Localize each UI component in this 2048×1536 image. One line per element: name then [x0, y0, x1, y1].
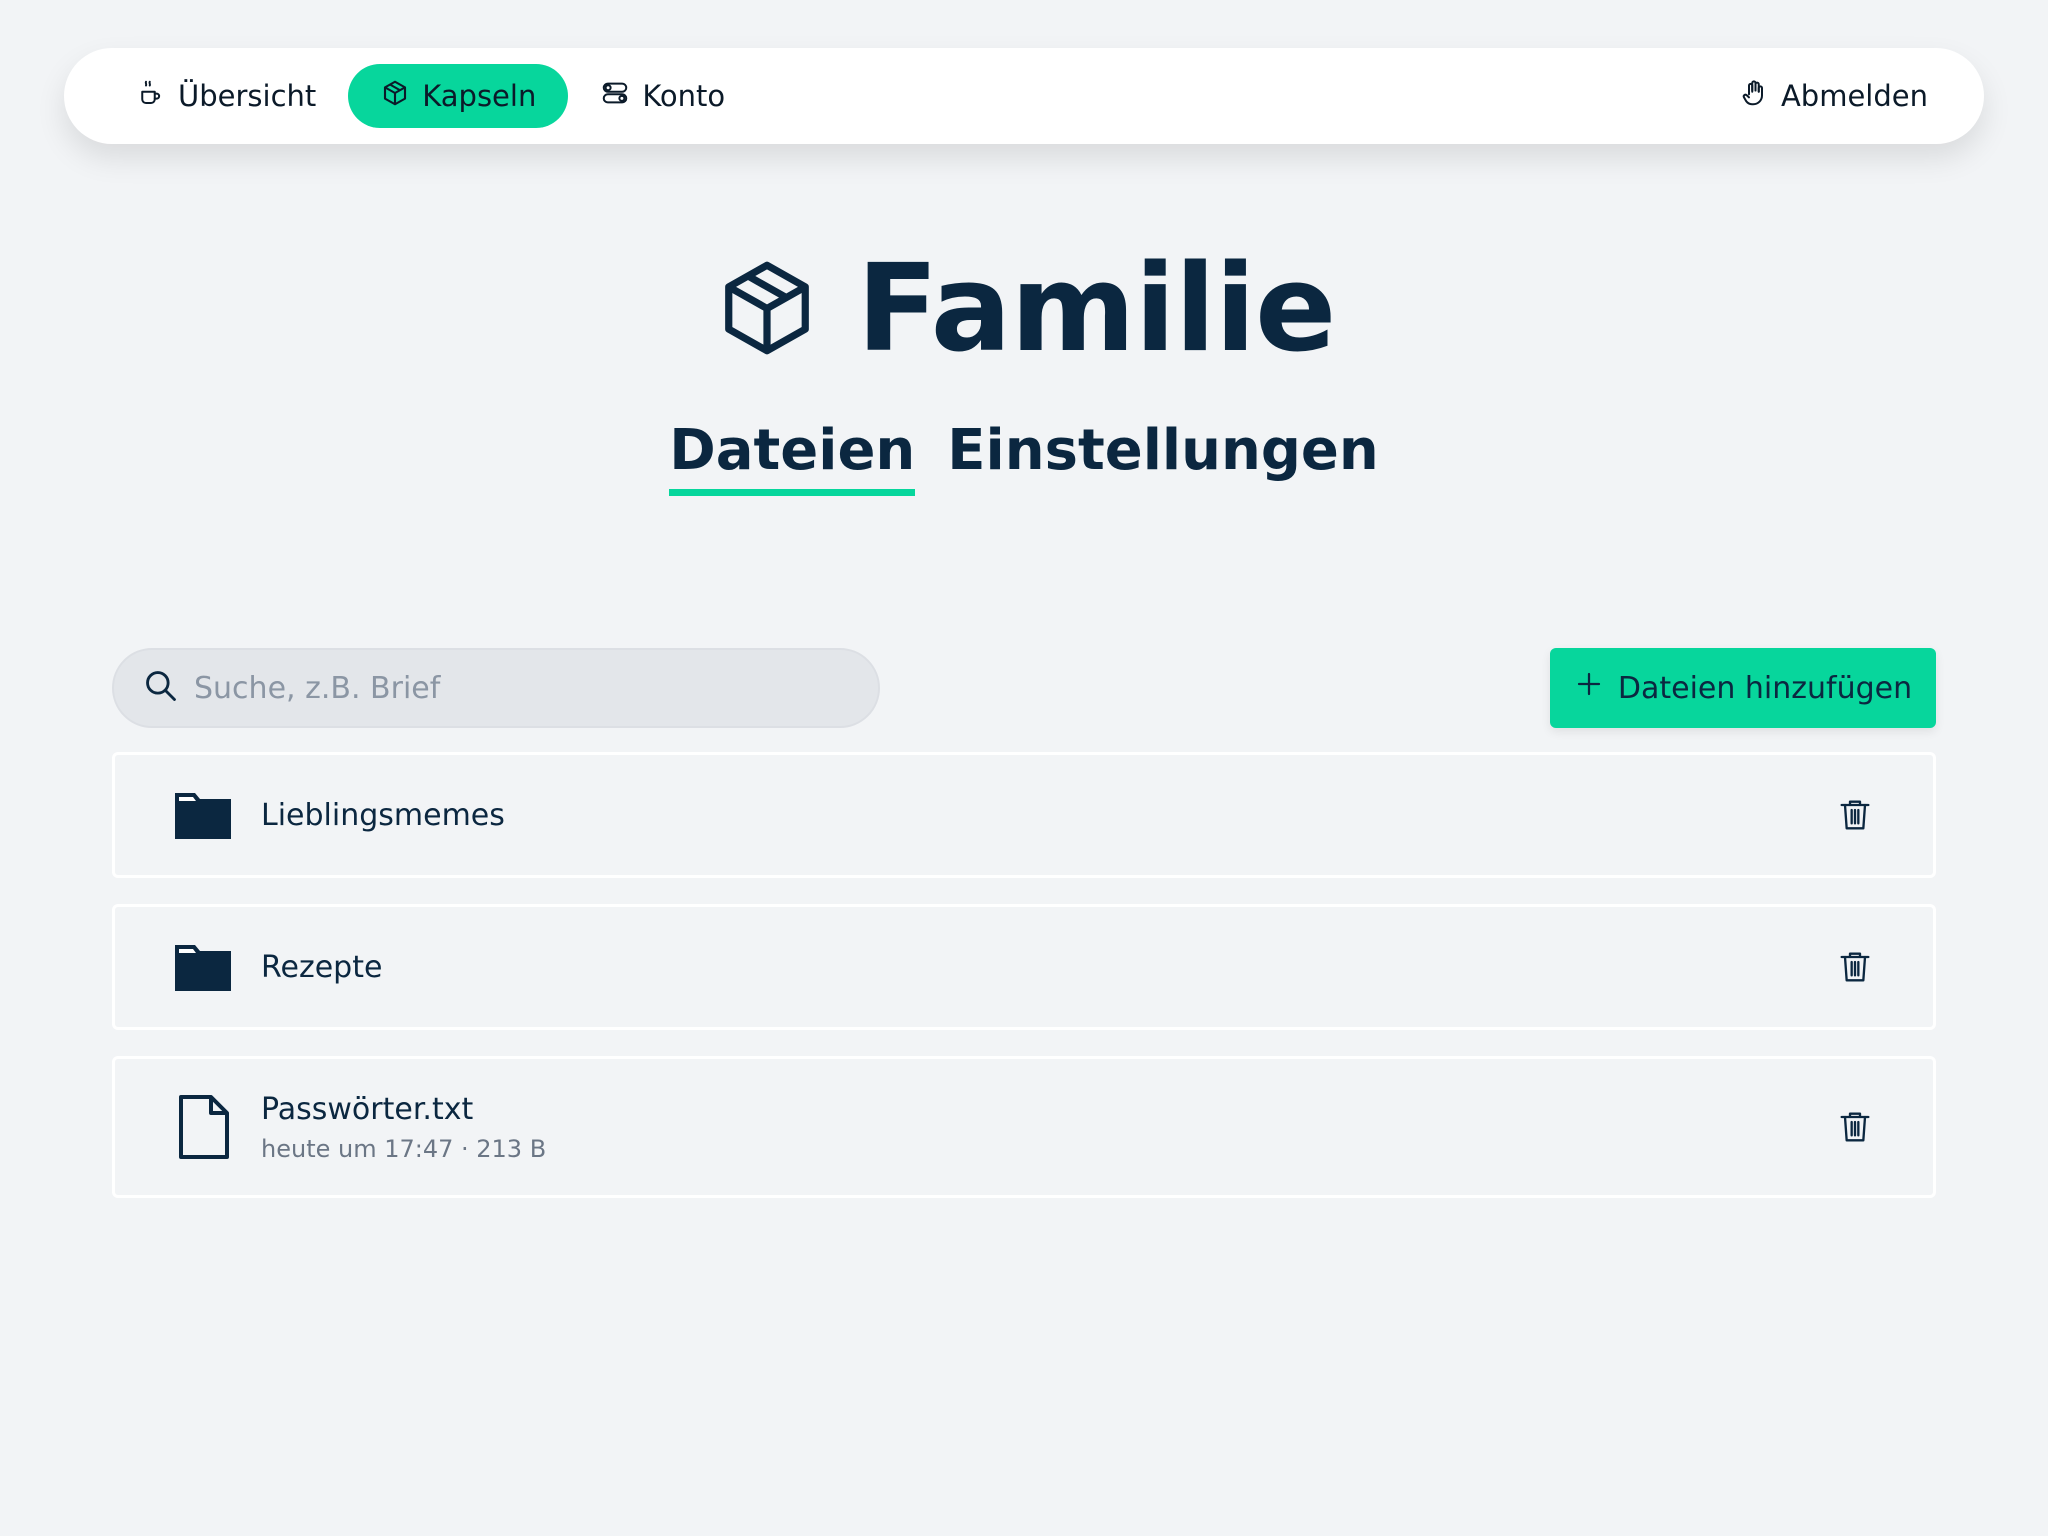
nav-item-kapseln[interactable]: Kapseln [348, 64, 569, 128]
item-meta: heute um 17:47 · 213 B [261, 1134, 547, 1163]
search-bar [112, 648, 880, 728]
item-name: Rezepte [261, 949, 383, 985]
tab-einstellungen[interactable]: Einstellungen [947, 418, 1378, 496]
list-item[interactable]: Passwörter.txt heute um 17:47 · 213 B [112, 1056, 1936, 1198]
nav-item-konto[interactable]: Konto [568, 64, 757, 128]
trash-icon[interactable] [1835, 795, 1875, 835]
tab-dateien[interactable]: Dateien [669, 418, 916, 496]
item-name: Lieblingsmemes [261, 797, 505, 833]
add-files-label: Dateien hinzufügen [1617, 670, 1913, 706]
nav-item-label: Kapseln [422, 79, 537, 113]
folder-icon [173, 783, 233, 847]
tab-bar: Dateien Einstellungen [0, 418, 2048, 496]
trash-icon[interactable] [1835, 1107, 1875, 1147]
logout-label: Abmelden [1780, 79, 1928, 113]
cube-icon [713, 254, 821, 366]
nav-item-uebersicht[interactable]: Übersicht [116, 64, 348, 128]
nav-item-label: Konto [642, 79, 726, 113]
hand-icon [1739, 78, 1769, 115]
list-item[interactable]: Lieblingsmemes [112, 752, 1936, 878]
search-icon [142, 667, 180, 709]
plus-icon [1574, 669, 1604, 707]
trash-icon[interactable] [1835, 947, 1875, 987]
folder-icon [173, 935, 233, 999]
item-name: Passwörter.txt [261, 1091, 474, 1127]
add-files-button[interactable]: Dateien hinzufügen [1550, 648, 1936, 728]
toggles-icon [600, 78, 630, 115]
top-nav: Übersicht Kapseln Konto Abmelden [64, 48, 1984, 144]
list-item[interactable]: Rezepte [112, 904, 1936, 1030]
coffee-cup-icon [136, 78, 166, 115]
page-header: Familie [0, 240, 2048, 379]
file-icon [173, 1095, 233, 1159]
page-title: Familie [856, 240, 1337, 379]
search-input[interactable] [194, 670, 794, 706]
logout-button[interactable]: Abmelden [1707, 64, 1928, 128]
nav-item-label: Übersicht [178, 79, 317, 113]
cube-icon [380, 78, 410, 115]
